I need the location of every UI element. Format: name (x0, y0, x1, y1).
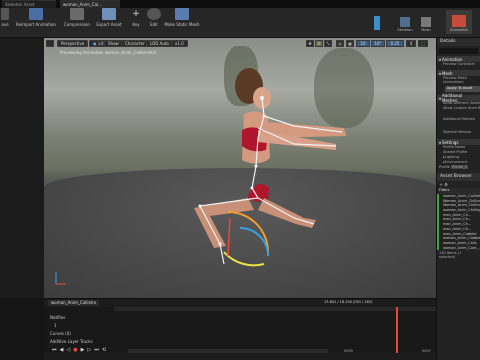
chevron-down-icon: ▾ (439, 139, 442, 145)
record-icon[interactable]: ● (73, 347, 77, 353)
save-icon (1, 8, 9, 20)
separator-accent (374, 16, 380, 30)
prop-skeletal-meshes: Skeletal Meshes (443, 130, 472, 134)
key-button[interactable]: + Key (128, 0, 144, 30)
axis-widget (55, 272, 66, 285)
save-button[interactable]: ave (0, 0, 10, 30)
time-far-label: 0007 (422, 349, 431, 353)
show-button[interactable]: Show (104, 40, 123, 47)
list-item[interactable]: woman_Anim_Core_... (437, 245, 480, 251)
export-icon (102, 8, 116, 20)
asset-browser-toolbar: ＋ ⚙ (437, 181, 480, 188)
static-mesh-icon (175, 8, 189, 20)
items-count: 130 items (1 selected) (439, 251, 462, 260)
character-button[interactable]: Character (121, 40, 149, 47)
tab-timeline-asset[interactable]: woman_Anim_Callistre (48, 300, 100, 306)
prop-allow-custom-anim-bp: Allow Custom Anim BP (443, 106, 480, 110)
scrub-bar[interactable] (128, 349, 328, 353)
tab-details[interactable]: Details (437, 38, 480, 46)
preview-status-text: Previewing Animation woman_Anim_Callistr… (60, 50, 157, 55)
animation-icon (452, 15, 466, 27)
track-notifies[interactable]: Notifies (44, 313, 114, 321)
apply-to-asset-button[interactable]: Apply To Asset (445, 86, 480, 92)
edit-icon (147, 8, 161, 20)
chevron-down-icon: ▾ (439, 70, 442, 76)
frame-readout: 13.601 / 18.100 (001 / 183) (324, 300, 373, 304)
mode-mesh[interactable]: Mesh (416, 10, 436, 34)
camera-speed-value[interactable]: 4 (406, 40, 416, 47)
world-icon[interactable]: ◎ (336, 40, 344, 47)
prop-preview-controller: Preview Controller (443, 62, 475, 66)
maximize-viewport-icon[interactable]: ⬚ (418, 40, 428, 47)
lod-auto-button[interactable]: LOD Auto (146, 40, 173, 47)
mode-animation[interactable]: Animation (446, 10, 472, 34)
track-curves[interactable]: Curves (0) (44, 329, 114, 337)
playhead[interactable] (396, 307, 398, 353)
lit-icon: ● (93, 41, 97, 46)
prop-additional-meshes: Additional Meshes (443, 117, 475, 121)
perspective-button[interactable]: Perspective (57, 40, 89, 47)
details-panel: Details ▾ Animation Preview Controller ▾ M… (436, 38, 480, 360)
loop-icon[interactable]: ⟲ (102, 347, 106, 353)
edit-button[interactable]: Edit (146, 0, 162, 30)
timeline-ruler[interactable] (114, 307, 436, 311)
grid-snap-value[interactable]: 10 (356, 40, 370, 47)
export-asset-button[interactable]: Export Asset (92, 0, 126, 30)
step-forward-icon[interactable]: ▷ (87, 347, 91, 353)
viewport[interactable]: Perspective ● Lit Show Character LOD Auto… (44, 38, 436, 298)
scale-tool-icon[interactable]: ⤡ (324, 40, 332, 47)
play-icon[interactable]: ▶ (81, 347, 85, 353)
plus-icon: + (132, 9, 140, 19)
character-body (194, 68, 346, 248)
scale-snap-value[interactable]: 0.25 (386, 40, 404, 47)
left-panel-strip (0, 38, 44, 298)
rotation-gizmo[interactable] (223, 211, 269, 267)
profile-select[interactable]: Profile_0 (451, 165, 468, 169)
time-end-label: 0009 (344, 349, 353, 353)
reimport-animation-button[interactable]: Reimport Animation (14, 0, 58, 30)
track-additive-layers[interactable]: Additive Layer Tracks (44, 337, 114, 345)
chevron-down-icon: ▾ (439, 56, 442, 62)
make-static-mesh-button[interactable]: Make Static Mesh (162, 0, 202, 30)
reimport-icon (29, 8, 43, 20)
profile-row: Profile Profile_0 (439, 165, 468, 169)
settings-icon[interactable]: ⚙ (444, 182, 448, 187)
tab-asset-browser[interactable]: Asset Browser (437, 173, 480, 181)
chevron-down-icon: ▾ (439, 95, 442, 101)
list-item[interactable]: woman_Anim_Coils (437, 240, 480, 246)
asset-list: woman_Anim_Callistretch Woman_Anim_Chill… (437, 194, 480, 251)
rotate-tool-icon[interactable]: ⟳ (315, 40, 323, 47)
character-skeleton[interactable] (44, 38, 436, 298)
prop-preview-mesh: Preview Mesh (Animation) (443, 76, 467, 84)
play-reverse-icon[interactable]: ◁ (66, 347, 70, 353)
skip-to-start-icon[interactable]: ⏮ (52, 347, 57, 353)
timeline-panel: woman_Anim_Callistre 13.601 / 18.100 (00… (44, 298, 436, 360)
viewport-menu-button[interactable] (46, 40, 54, 47)
playback-speed-button[interactable]: x1.0 (171, 40, 188, 47)
track-notify-1[interactable]: 1 (44, 321, 114, 329)
compression-icon (70, 8, 84, 20)
compression-button[interactable]: Compression (60, 0, 94, 30)
details-search-input[interactable] (439, 48, 478, 54)
mesh-icon (421, 17, 431, 27)
add-icon[interactable]: ＋ (439, 182, 443, 187)
mode-skeleton[interactable]: Skeleton (392, 10, 418, 34)
step-back-icon[interactable]: ◀ (60, 347, 64, 353)
transport-controls: ⏮ ◀ ◁ ● ▶ ▷ ⏭ ⟲ (52, 347, 106, 353)
rotation-snap-value[interactable]: 10° (371, 40, 385, 47)
skeleton-icon (400, 17, 410, 27)
translate-tool-icon[interactable]: ✥ (306, 40, 314, 47)
skip-to-end-icon[interactable]: ⏭ (94, 347, 99, 353)
surface-snap-icon[interactable]: ▦ (346, 40, 354, 47)
list-item[interactable]: woman_Anim_Callistretch (437, 194, 480, 199)
